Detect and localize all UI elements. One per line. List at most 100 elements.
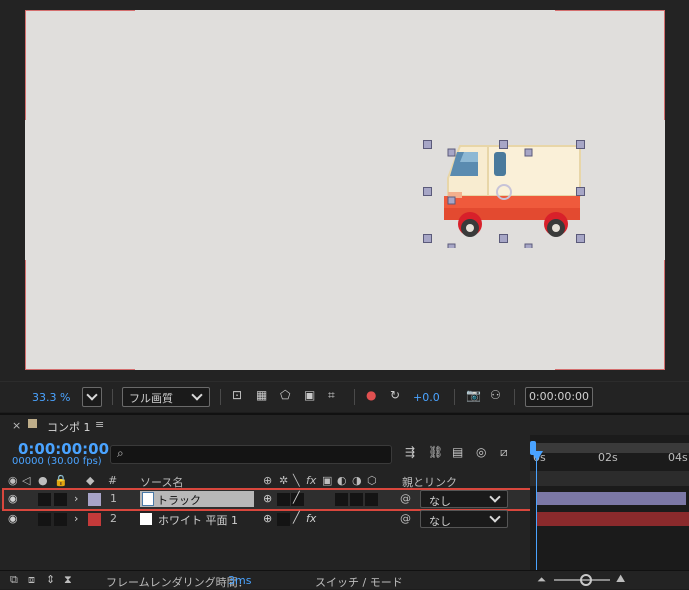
comp-flowchart-icon[interactable]: ⇶ [405,445,415,459]
truck-hub [466,224,474,232]
in-out-toggle-icon[interactable]: ⇕ [46,573,55,586]
solo-toggle[interactable] [38,513,51,526]
adjustment-switch-icon[interactable]: ◑ [352,474,362,487]
transform-handle[interactable] [576,140,585,149]
label-color-swatch[interactable] [88,513,101,526]
effect-switch-icon[interactable]: fx [306,474,316,487]
snapshot-camera-icon[interactable]: 📷 [466,388,481,402]
zoom-slider-knob[interactable] [580,574,592,586]
zoom-in-icon[interactable]: ⛰ [616,572,625,586]
frame-blending-icon[interactable]: ◎ [476,445,486,459]
motion-blur-icon[interactable]: ⧄ [500,445,508,460]
truck-hub [552,224,560,232]
timeline-status-bar: ⧉ ⧈ ⇕ ⧗ フレームレンダリング時間： 3ms スイッチ / モード ⏶ ⛰ [0,570,689,589]
track-header-band [530,471,689,486]
viewer-timecode[interactable]: 0:00:00:00 [525,387,593,407]
effect-fx-icon[interactable]: fx [306,512,316,525]
layer-name[interactable]: ホワイト 平面 1 [158,512,238,528]
quality-slash-icon[interactable]: ╱ [293,511,300,524]
close-tab-icon[interactable]: × [12,419,21,432]
layer-duration-bar[interactable] [536,512,689,526]
solid-swatch-icon [140,513,152,525]
time-stretch-toggle-icon[interactable]: ⧗ [64,573,72,587]
grid-guides-icon[interactable]: ⌗ [328,388,335,403]
divider [220,389,221,405]
draft-3d-icon[interactable]: ⛓ [428,445,443,459]
panel-menu-icon[interactable]: ≡ [95,418,104,431]
reset-exposure-icon[interactable]: ↻ [390,388,400,402]
eye-icon[interactable]: ◉ [8,474,18,487]
transform-handle[interactable] [423,187,432,196]
show-snapshot-icon[interactable]: ⚇ [490,388,501,402]
divider [454,389,455,405]
transform-handle[interactable] [524,148,533,157]
search-icon: ⌕ [117,446,124,460]
frame-count-display: 00000 (30.00 fps) [12,456,102,467]
motion-blur-switch-icon[interactable]: ◐ [337,474,347,487]
visibility-eye-icon[interactable]: ◉ [8,512,18,525]
divider [354,389,355,405]
layer-duration-bar[interactable] [536,492,686,505]
transform-handle[interactable] [447,196,456,205]
layer-column-header: ◉ ◁ ● 🔒 ◆ # ソース名 ⊕ ✲ ╲ fx ▣ ◐ ◑ ⬡ 親とリンク [0,473,530,489]
timeline-track-area[interactable]: 0s 02s 04s [530,435,689,588]
transform-handle[interactable] [499,140,508,149]
safe-area-mark [664,260,665,370]
parent-value: なし [429,515,451,528]
viewer-timecode-label: 0:00:00:00 [528,390,590,403]
chevron-down-icon [191,389,203,401]
fast-preview-icon[interactable]: ⊡ [232,388,242,402]
composition-viewer[interactable] [0,0,689,381]
3d-layer-switch-icon[interactable]: ⬡ [367,474,377,487]
safe-area-mark [555,369,665,370]
transform-handle[interactable] [447,243,456,248]
composition-icon [28,419,37,428]
pick-whip-icon[interactable]: @ [400,512,411,525]
composition-canvas[interactable] [25,10,665,370]
zoom-out-icon[interactable]: ⏶ [537,573,546,587]
transform-handle[interactable] [576,187,585,196]
anchor-point-icon[interactable] [496,184,512,200]
render-toggle-icon[interactable]: ⧉ [10,573,18,587]
solo-icon[interactable]: ● [38,474,48,487]
chevron-down-icon [86,389,98,401]
transform-handle[interactable] [447,148,456,157]
safe-area-mark [25,369,135,370]
collapse-switch-icon[interactable]: ✲ [279,474,288,487]
mask-path-icon[interactable]: ⬠ [280,388,290,402]
playhead-line[interactable] [536,453,537,588]
transform-handle[interactable] [576,234,585,243]
render-time-value: 3ms [228,574,252,587]
channel-icon[interactable]: ● [366,388,376,402]
layer-switches-toggle-icon[interactable]: ⧈ [28,573,35,587]
playhead-marker[interactable] [531,451,543,461]
zoom-dropdown[interactable] [82,387,102,407]
layer-search-input[interactable]: ⌕ [110,445,392,464]
region-of-interest-icon[interactable]: ▣ [304,388,315,402]
zoom-value[interactable]: 33.3 % [32,391,70,404]
quality-switch-icon[interactable]: ╲ [293,474,300,487]
column-number[interactable]: # [108,474,117,487]
exposure-value[interactable]: +0.0 [413,391,440,404]
layer-row[interactable]: ◉ › 2 ホワイト 平面 1 ⊕ ╱ fx @ なし [0,510,530,529]
safe-area-mark [25,10,26,120]
tab-composition[interactable]: コンポ 1 [47,419,91,435]
lock-icon[interactable]: 🔒 [54,474,68,487]
transform-handle[interactable] [524,243,533,248]
transform-handle[interactable] [423,140,432,149]
transform-handle[interactable] [499,234,508,243]
shy-switch-icon[interactable]: ⊕ [263,474,272,487]
lock-toggle[interactable] [54,513,67,526]
frame-blend-switch-icon[interactable]: ▣ [322,474,332,487]
transparency-grid-icon[interactable]: ▦ [256,388,267,402]
shy-switch-icon[interactable]: ⊕ [263,512,272,525]
audio-icon[interactable]: ◁ [22,474,30,487]
label-tag-icon[interactable]: ◆ [86,474,94,487]
collapse-toggle[interactable] [277,513,290,526]
shy-layers-icon[interactable]: ▤ [452,445,463,459]
safe-area-mark [555,10,665,11]
expand-chevron-icon[interactable]: › [74,512,78,525]
resolution-dropdown[interactable]: フル画質 [122,387,210,407]
parent-dropdown[interactable]: なし [420,510,508,528]
transform-handle[interactable] [423,234,432,243]
